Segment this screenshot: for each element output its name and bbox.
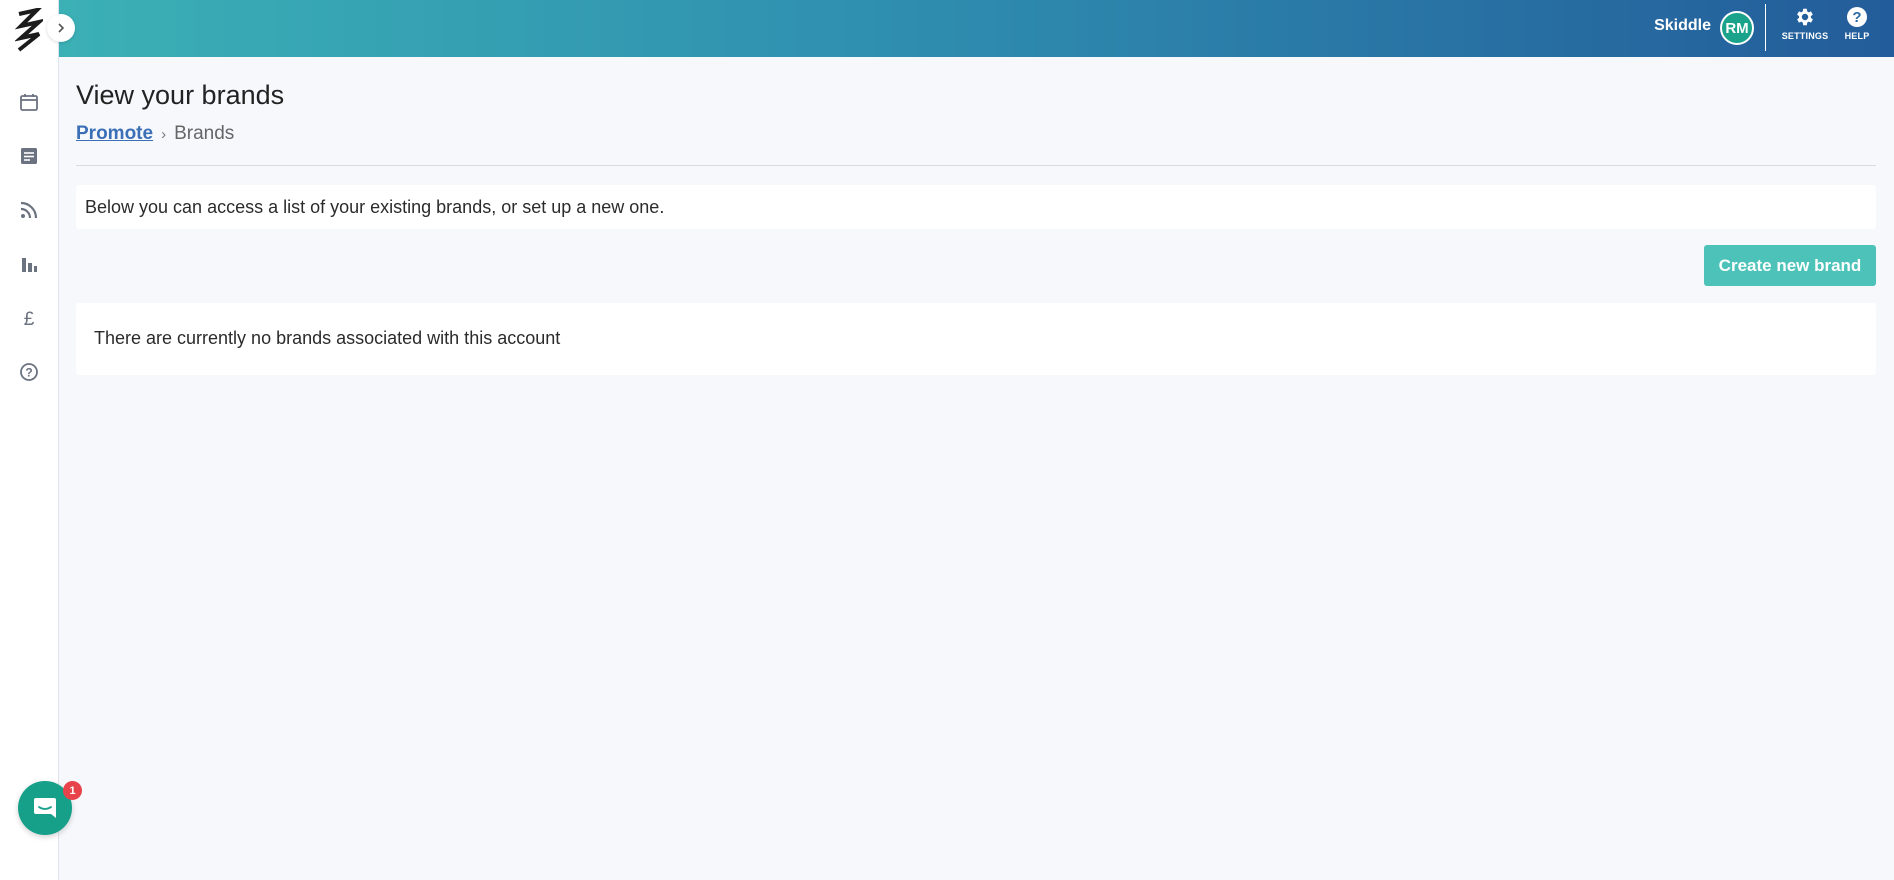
rss-icon[interactable] (17, 198, 41, 222)
chat-icon (34, 798, 56, 818)
document-icon[interactable] (17, 144, 41, 168)
svg-text:?: ? (1852, 9, 1861, 26)
gear-icon (1797, 8, 1813, 26)
empty-state-panel: There are currently no brands associated… (76, 303, 1876, 375)
help-icon: ? (1847, 7, 1867, 27)
intro-panel: Below you can access a list of your exis… (76, 185, 1876, 229)
top-bar: Skiddle RM SETTINGS ? HELP (59, 0, 1894, 57)
bar-chart-icon[interactable] (17, 252, 41, 276)
intro-text: Below you can access a list of your exis… (85, 197, 665, 217)
header-divider (1765, 4, 1766, 51)
help-button[interactable]: ? HELP (1834, 6, 1880, 50)
svg-text:?: ? (25, 366, 32, 380)
help-circle-icon[interactable]: ? (17, 360, 41, 384)
empty-state-message: There are currently no brands associated… (94, 328, 561, 348)
breadcrumb-promote-link[interactable]: Promote (76, 123, 153, 144)
calendar-icon[interactable] (17, 90, 41, 114)
settings-label: SETTINGS (1781, 31, 1829, 41)
logo-icon[interactable] (13, 6, 47, 54)
svg-text:£: £ (24, 309, 35, 328)
help-label: HELP (1844, 31, 1870, 41)
avatar[interactable]: RM (1720, 11, 1754, 45)
divider (76, 165, 1876, 166)
page-title: View your brands (76, 80, 285, 110)
pound-icon[interactable]: £ (17, 306, 41, 330)
create-new-brand-button[interactable]: Create new brand (1704, 245, 1876, 286)
sidebar: £ ? (0, 0, 59, 880)
sidebar-expand-button[interactable] (47, 14, 75, 42)
breadcrumb-current: Brands (174, 123, 235, 144)
settings-button[interactable]: SETTINGS (1782, 6, 1828, 50)
breadcrumb-separator: › (161, 126, 167, 143)
notification-badge: 1 (63, 781, 82, 800)
chevron-right-icon (58, 23, 65, 33)
breadcrumb: Promote › Brands (76, 123, 234, 145)
account-name[interactable]: Skiddle (1654, 17, 1711, 35)
